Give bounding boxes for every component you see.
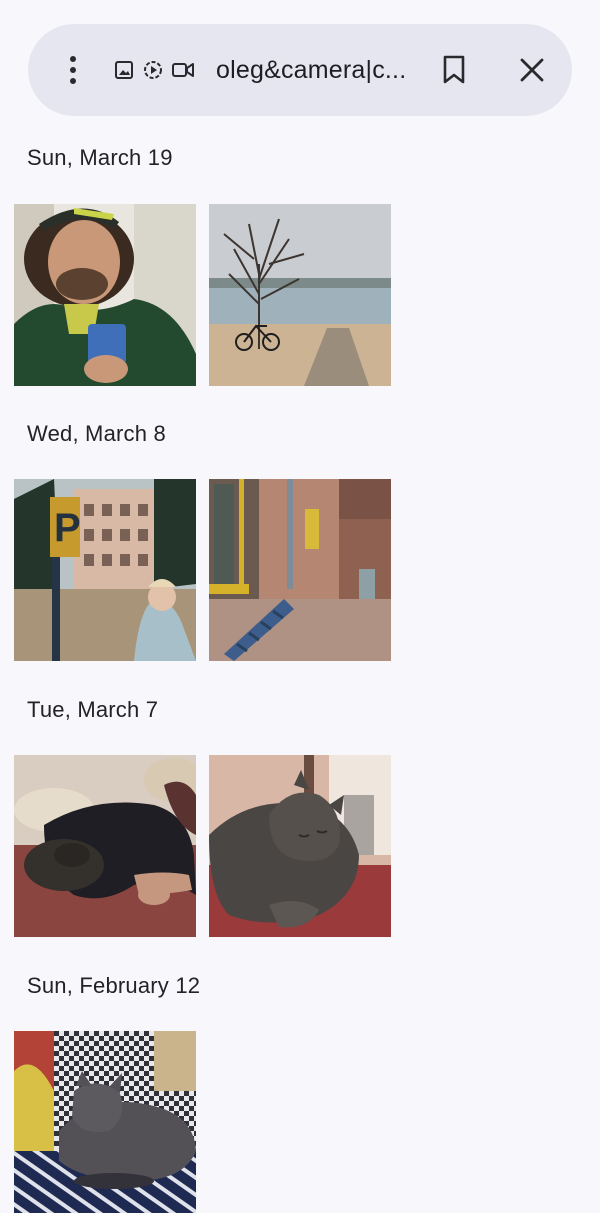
section-date-header: Sun, March 19	[27, 145, 173, 170]
tree-bicycle-beach-photo[interactable]	[209, 204, 391, 386]
gif-icon[interactable]	[142, 59, 164, 81]
bookmark-icon[interactable]	[434, 50, 474, 90]
more-vert-icon[interactable]	[58, 50, 88, 90]
search-query-text[interactable]: oleg&camera|c...	[216, 56, 412, 85]
close-icon[interactable]	[512, 50, 552, 90]
video-icon[interactable]	[172, 61, 194, 79]
svg-text:P: P	[54, 506, 81, 550]
selfie-cyclist-photo[interactable]	[14, 204, 196, 386]
sleeping-cat-photo[interactable]	[209, 755, 391, 937]
person-sleeping-with-cat-photo[interactable]	[14, 755, 196, 937]
parking-sign-woman-photo[interactable]: P	[14, 479, 196, 661]
section-date-header: Sun, February 12	[27, 973, 201, 998]
section-date-header: Tue, March 7	[27, 697, 159, 722]
image-icon[interactable]	[114, 60, 134, 80]
brick-building-ladder-photo[interactable]	[209, 479, 391, 661]
cat-on-blanket-photo[interactable]	[14, 1031, 196, 1213]
section-date-header: Wed, March 8	[27, 421, 166, 446]
media-type-filters	[114, 59, 194, 81]
search-bar[interactable]: oleg&camera|c...	[28, 24, 572, 116]
